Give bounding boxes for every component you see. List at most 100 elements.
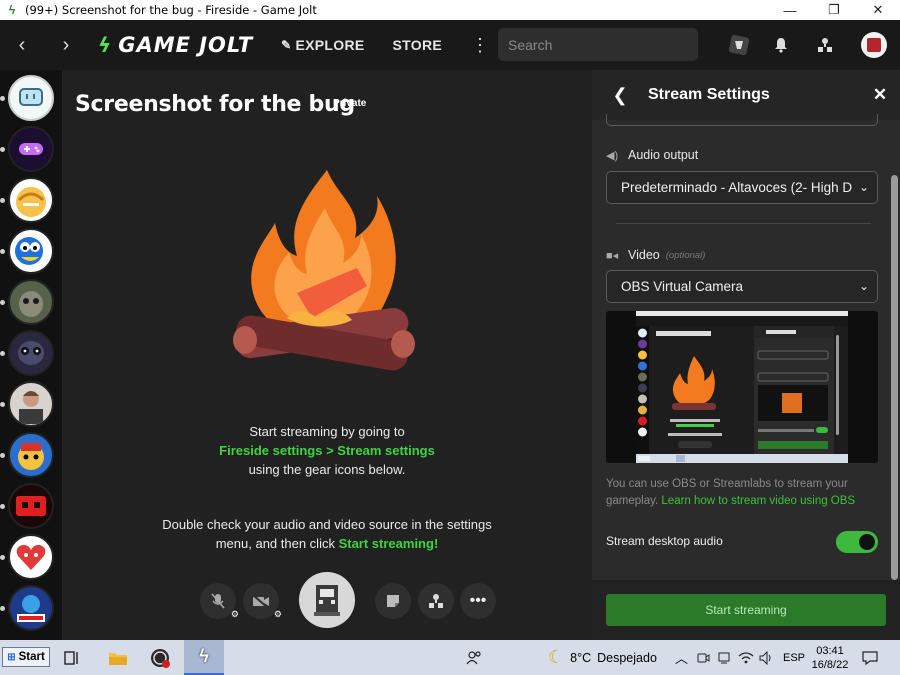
more-menu-icon[interactable]: ⋮	[470, 35, 490, 56]
chevron-down-icon: ⌄	[858, 180, 869, 194]
top-navigation: ‹ › ϟ GAME JOLT ✎ EXPLORE STORE ⋮ Search	[0, 20, 900, 70]
hint2-text: menu, and then click	[215, 536, 339, 551]
video-source-select[interactable]: OBS Virtual Camera ⌄	[606, 270, 878, 303]
panel-scrollbar[interactable]	[891, 175, 898, 580]
panel-close-icon[interactable]: ✕	[860, 85, 900, 105]
volume-icon[interactable]	[758, 640, 774, 675]
minimize-button[interactable]: —	[768, 0, 812, 20]
campfire-illustration	[233, 170, 415, 371]
taskbar: ⊞ Start ϟ ☾ 8°C Despejado ︿ ESP 03:41 16…	[0, 640, 900, 675]
audio-output-text: Audio output	[628, 148, 699, 162]
language-indicator[interactable]: ESP	[783, 640, 805, 675]
file-explorer-icon[interactable]	[98, 640, 138, 675]
system-clock[interactable]: 03:41 16/8/22	[808, 644, 852, 672]
community-item-animatronic[interactable]	[8, 330, 54, 376]
moon-icon: ☾	[548, 647, 565, 667]
community-item-fnf[interactable]	[8, 585, 54, 631]
desktop-audio-toggle[interactable]	[836, 531, 878, 553]
obs-guide-link[interactable]: Learn how to stream video using OBS	[661, 495, 855, 507]
sticker-button[interactable]	[375, 583, 411, 619]
weather-temp: 8°C	[570, 650, 592, 665]
camera-toggle-button[interactable]: ⚙	[243, 583, 282, 620]
unread-dot	[0, 249, 5, 254]
stream-settings-link[interactable]: Fireside settings > Stream settings	[62, 441, 592, 460]
bolt-icon: ϟ	[98, 33, 113, 57]
community-item-blue-character[interactable]	[8, 228, 54, 274]
quests-icon[interactable]	[723, 20, 755, 70]
unread-dot	[0, 147, 5, 152]
video-text: Video	[628, 248, 660, 262]
chevron-down-icon: ⌄	[858, 279, 869, 293]
video-camera-icon: ■◂	[606, 249, 619, 262]
audio-output-select[interactable]: Predeterminado - Altavoces (2- High D ⌄	[606, 171, 878, 204]
device-icon[interactable]	[717, 640, 731, 675]
meet-now-icon[interactable]	[696, 640, 710, 675]
friends-icon[interactable]	[814, 20, 836, 70]
notification-center-icon[interactable]	[862, 640, 878, 675]
community-item-heart[interactable]	[8, 534, 54, 580]
clock-time: 03:41	[816, 645, 844, 657]
community-item-creature[interactable]	[8, 279, 54, 325]
user-avatar[interactable]	[859, 20, 889, 70]
wifi-icon[interactable]	[738, 640, 754, 675]
gamejolt-taskbar-icon[interactable]: ϟ	[184, 640, 224, 675]
camera-gear-icon[interactable]: ⚙	[274, 609, 282, 620]
members-button[interactable]	[418, 583, 454, 619]
video-label: ■◂ Video (optional)	[606, 248, 705, 262]
search-input[interactable]: Search	[498, 28, 698, 61]
forward-button[interactable]: ›	[44, 20, 88, 70]
mic-muted-icon	[211, 593, 225, 609]
hint-line-1: Start streaming by going to	[249, 424, 405, 439]
community-item-yellow-character[interactable]	[8, 177, 54, 223]
unread-dot	[0, 96, 5, 101]
stream-settings-panel: ❮ Stream Settings ✕ ◀) Audio output Pred…	[592, 70, 900, 640]
unread-dot	[0, 402, 5, 407]
community-item-gamepad[interactable]	[8, 126, 54, 172]
desktop-audio-label: Stream desktop audio	[606, 534, 723, 548]
weather-widget[interactable]: ☾ 8°C Despejado	[548, 640, 657, 675]
speaker-icon: ◀)	[606, 149, 619, 162]
obs-studio-icon[interactable]	[140, 640, 180, 675]
panel-header: ❮ Stream Settings ✕	[592, 70, 900, 120]
people-icon[interactable]	[466, 640, 482, 675]
host-avatar[interactable]	[299, 572, 355, 628]
hint2-line-2: menu, and then click Start streaming!	[62, 534, 592, 553]
video-preview	[606, 311, 878, 463]
back-button[interactable]: ‹	[0, 20, 44, 70]
explore-link[interactable]: ✎ EXPLORE	[281, 37, 364, 53]
more-options-button[interactable]: •••	[460, 583, 496, 619]
unread-dot	[0, 300, 5, 305]
community-item-chat[interactable]	[8, 75, 54, 121]
restore-button[interactable]: ❐	[812, 0, 856, 20]
unread-dot	[0, 198, 5, 203]
community-item-person[interactable]	[8, 381, 54, 427]
gamejolt-app-icon: ϟ	[8, 3, 16, 17]
microphone-toggle-button[interactable]: ⚙	[200, 583, 239, 620]
previous-select-edge[interactable]	[606, 114, 878, 126]
obs-note: You can use OBS or Streamlabs to stream …	[606, 476, 876, 510]
window-title: (99+) Screenshot for the bug - Fireside …	[25, 3, 317, 17]
audio-output-label: ◀) Audio output	[606, 148, 698, 162]
explore-label: EXPLORE	[295, 37, 365, 53]
start-streaming-link[interactable]: Start streaming!	[339, 536, 439, 551]
mic-gear-icon[interactable]: ⚙	[231, 609, 239, 620]
page-title: Screenshot for the bug	[75, 92, 355, 117]
unread-dot	[0, 504, 5, 509]
show-hidden-icons[interactable]: ︿	[675, 640, 688, 675]
private-badge: Private	[333, 98, 367, 109]
community-item-red-robot[interactable]	[8, 483, 54, 529]
gamejolt-bolt-icon: ϟ	[199, 646, 209, 666]
start-streaming-button[interactable]: Start streaming	[606, 594, 886, 626]
panel-back-icon[interactable]: ❮	[592, 85, 648, 106]
hint2-line-1: Double check your audio and video source…	[162, 517, 492, 532]
close-window-button[interactable]: ✕	[856, 0, 900, 20]
notifications-bell-icon[interactable]	[770, 20, 792, 70]
store-link[interactable]: STORE	[393, 37, 442, 53]
community-item-cartoon[interactable]	[8, 432, 54, 478]
audio-video-hint: Double check your audio and video source…	[62, 515, 592, 553]
gamejolt-logo[interactable]: ϟ GAME JOLT	[98, 33, 253, 57]
clock-date: 16/8/22	[811, 659, 849, 671]
start-button[interactable]: ⊞ Start	[2, 647, 50, 667]
toggle-knob	[859, 534, 875, 550]
task-view-icon[interactable]	[52, 640, 92, 675]
